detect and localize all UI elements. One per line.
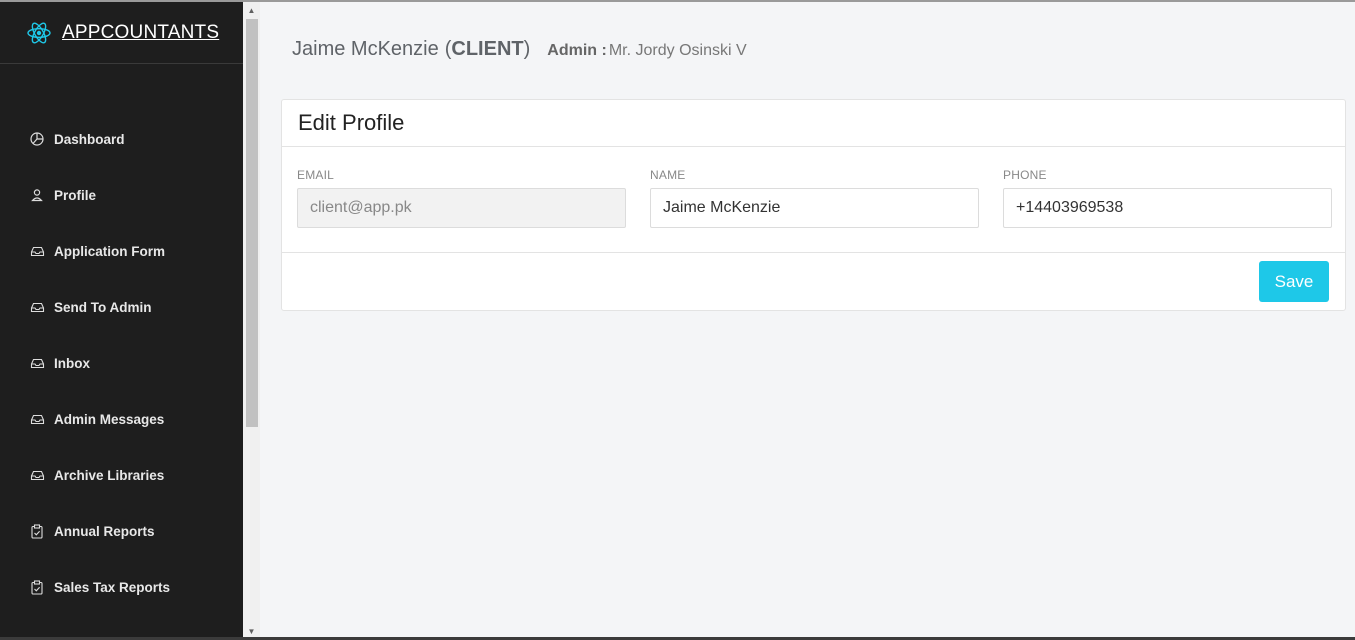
brand-title-link[interactable]: APPCOUNTANTS: [62, 22, 219, 44]
user-role: CLIENT: [451, 38, 524, 60]
main-content: Jaime McKenzie (CLIENT) Admin : Mr. Jord…: [260, 2, 1355, 640]
sidebar-item-admin-messages[interactable]: Admin Messages: [0, 391, 243, 447]
sidebar: APPCOUNTANTS Dashboard Profile Applicati…: [0, 2, 243, 640]
page-header: Jaime McKenzie (CLIENT) Admin : Mr. Jord…: [292, 38, 747, 61]
card-title: Edit Profile: [298, 110, 405, 135]
sidebar-item-label: Archive Libraries: [54, 467, 165, 483]
sidebar-item-send-to-admin[interactable]: Send To Admin: [0, 279, 243, 335]
sidebar-item-label: Inbox: [54, 355, 90, 371]
phone-field[interactable]: [1003, 188, 1332, 228]
sidebar-item-profile[interactable]: Profile: [0, 167, 243, 223]
email-field-group: EMAIL: [297, 168, 626, 228]
sidebar-item-dashboard[interactable]: Dashboard: [0, 111, 243, 167]
react-atom-icon: [26, 20, 52, 46]
sidebar-item-application-form[interactable]: Application Form: [0, 223, 243, 279]
name-field[interactable]: [650, 188, 979, 228]
card-header: Edit Profile: [282, 100, 1345, 147]
card-footer: Save: [282, 252, 1345, 310]
phone-label: PHONE: [1003, 168, 1047, 182]
sidebar-item-label: Annual Reports: [54, 523, 155, 539]
save-button[interactable]: Save: [1259, 261, 1329, 302]
sidebar-item-label: Sales Tax Reports: [54, 579, 171, 595]
sidebar-scrollbar[interactable]: ▲ ▼: [243, 2, 260, 640]
clipboard-icon: [29, 523, 45, 539]
sidebar-item-label: Dashboard: [54, 131, 125, 147]
edit-profile-card: Edit Profile EMAIL NAME PHONE Save: [281, 99, 1346, 311]
pie-chart-icon: [29, 131, 45, 147]
phone-field-group: PHONE: [1003, 168, 1332, 228]
sidebar-item-label: Profile: [54, 187, 97, 203]
role-close-paren: ): [523, 38, 531, 60]
sidebar-item-label: Application Form: [54, 243, 165, 259]
inbox-tray-icon: [29, 467, 45, 483]
role-open-paren: (: [444, 38, 452, 60]
name-field-group: NAME: [650, 168, 979, 228]
brand-header: APPCOUNTANTS: [0, 2, 243, 64]
scroll-up-arrow-icon[interactable]: ▲: [243, 2, 260, 19]
inbox-tray-icon: [29, 355, 45, 371]
admin-label: Admin :: [547, 42, 607, 59]
sidebar-item-inbox[interactable]: Inbox: [0, 335, 243, 391]
scrollbar-thumb[interactable]: [246, 19, 258, 427]
user-icon: [29, 187, 45, 203]
sidebar-item-label: Admin Messages: [54, 411, 165, 427]
name-label: NAME: [650, 168, 686, 182]
inbox-tray-icon: [29, 411, 45, 427]
profile-fields: EMAIL NAME PHONE: [297, 168, 1332, 228]
sidebar-nav: Dashboard Profile Application Form Send …: [0, 111, 243, 615]
clipboard-icon: [29, 579, 45, 595]
email-field: [297, 188, 626, 228]
email-label: EMAIL: [297, 168, 335, 182]
inbox-tray-icon: [29, 243, 45, 259]
sidebar-item-label: Send To Admin: [54, 299, 152, 315]
user-name: Jaime McKenzie: [292, 38, 439, 60]
sidebar-item-archive-libraries[interactable]: Archive Libraries: [0, 447, 243, 503]
admin-name: Mr. Jordy Osinski V: [608, 42, 747, 59]
sidebar-item-annual-reports[interactable]: Annual Reports: [0, 503, 243, 559]
inbox-tray-icon: [29, 299, 45, 315]
sidebar-item-sales-tax-reports[interactable]: Sales Tax Reports: [0, 559, 243, 615]
